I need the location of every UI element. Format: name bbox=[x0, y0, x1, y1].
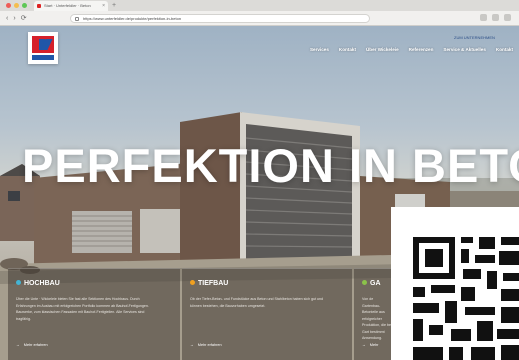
nav-item-service-news[interactable]: Service & Aktuelles bbox=[443, 47, 485, 52]
favicon-icon bbox=[37, 4, 41, 8]
read-more-link[interactable]: Mehr erfahren bbox=[190, 342, 222, 348]
nav-item-services[interactable]: Services bbox=[310, 47, 329, 52]
tab-close-icon[interactable]: × bbox=[102, 1, 105, 11]
window-controls bbox=[6, 3, 27, 8]
card-title: GA bbox=[362, 279, 381, 288]
extension-icon[interactable] bbox=[492, 14, 499, 21]
read-more-link[interactable]: Mehr bbox=[362, 342, 379, 348]
bullet-icon bbox=[16, 280, 21, 285]
close-window-icon[interactable] bbox=[6, 3, 11, 8]
menu-icon[interactable] bbox=[504, 14, 511, 21]
browser-tab[interactable]: Start · Unterfeldler · Beton × bbox=[34, 1, 108, 11]
company-link[interactable]: ZUM UNTERNEHMEN bbox=[454, 35, 495, 41]
reload-icon[interactable]: ⟳ bbox=[21, 13, 27, 24]
browser-tab-bar: Start · Unterfeldler · Beton × + bbox=[0, 0, 519, 11]
back-icon[interactable]: ‹ bbox=[6, 13, 8, 24]
main-navigation: Services Kontakt Über Wickeleie Referenz… bbox=[310, 47, 513, 52]
extension-icon[interactable] bbox=[480, 14, 487, 21]
maximize-window-icon[interactable] bbox=[22, 3, 27, 8]
bullet-icon bbox=[190, 280, 195, 285]
hero-headline: PERFEKTION IN BETON bbox=[22, 139, 519, 192]
card-title: HOCHBAU bbox=[16, 279, 60, 288]
browser-extension-icons bbox=[480, 14, 511, 21]
minimize-window-icon[interactable] bbox=[14, 3, 19, 8]
nav-item-references[interactable]: Referenzen bbox=[409, 47, 434, 52]
card-body: Ob der Tiefer-Beton- und Fundstücke aus … bbox=[190, 297, 324, 308]
url-text: https://www.unterfeldler.de/produkte/per… bbox=[83, 16, 182, 21]
address-bar[interactable]: https://www.unterfeldler.de/produkte/per… bbox=[70, 14, 370, 23]
card-title: TIEFBAU bbox=[190, 279, 228, 288]
forward-icon[interactable]: › bbox=[13, 13, 15, 24]
new-tab-button[interactable]: + bbox=[112, 0, 116, 11]
qr-code bbox=[391, 207, 519, 360]
card-body: Von de Gartenbau-Betonteile aus erfolgre… bbox=[362, 297, 392, 340]
lock-icon bbox=[75, 17, 79, 21]
bullet-icon bbox=[362, 280, 367, 285]
browser-toolbar: ‹ › ⟳ https://www.unterfeldler.de/produk… bbox=[0, 11, 519, 26]
card-tiefbau[interactable]: TIEFBAU Ob der Tiefer-Beton- und Fundstü… bbox=[182, 268, 352, 360]
site-header: ZUM UNTERNEHMEN Services Kontakt Über Wi… bbox=[0, 26, 519, 66]
nav-item-contact[interactable]: Kontakt bbox=[496, 47, 513, 52]
card-hochbau[interactable]: HOCHBAU Über die Unte · Wickeleie bieten… bbox=[8, 268, 180, 360]
tab-title: Start · Unterfeldler · Beton bbox=[44, 3, 91, 8]
nav-item-about[interactable]: Über Wickeleie bbox=[366, 47, 399, 52]
nav-item-kontakt[interactable]: Kontakt bbox=[339, 47, 356, 52]
card-body: Über die Unte · Wickeleie bieten Sie fas… bbox=[16, 297, 149, 321]
screenshot: Start · Unterfeldler · Beton × + ‹ › ⟳ h… bbox=[0, 0, 519, 360]
read-more-link[interactable]: Mehr erfahren bbox=[16, 342, 48, 348]
brand-logo[interactable] bbox=[28, 32, 58, 64]
